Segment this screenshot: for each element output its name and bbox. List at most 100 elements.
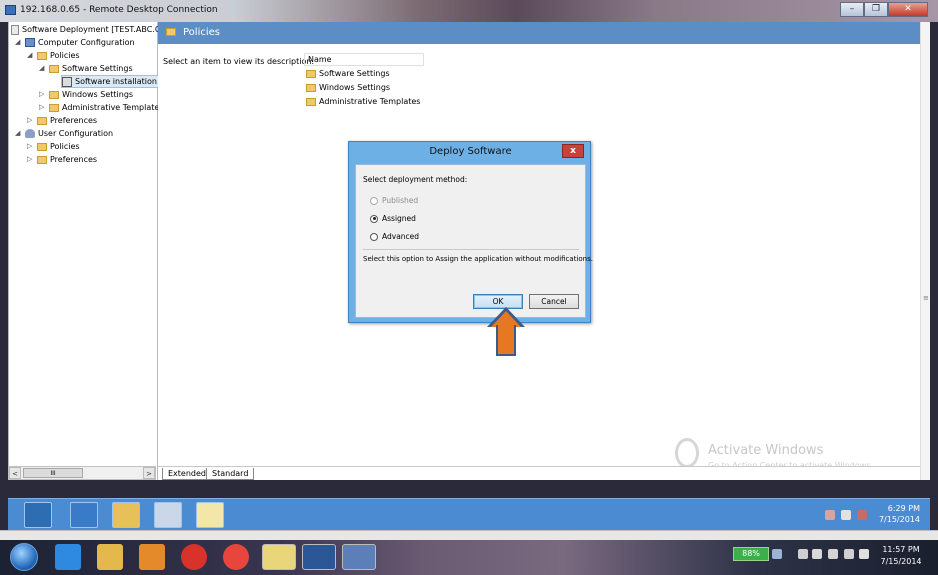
window-controls: – ❐ ✕: [840, 2, 928, 17]
collapse-arrow-icon[interactable]: ◢: [15, 127, 23, 140]
restore-button[interactable]: ❐: [864, 2, 888, 17]
show-hidden-icons-icon[interactable]: [798, 549, 808, 559]
pane-header: Policies: [158, 22, 920, 44]
media-player-icon[interactable]: [139, 544, 165, 570]
network-icon[interactable]: [841, 510, 851, 520]
radio-label: Advanced: [382, 232, 420, 241]
notepad-icon[interactable]: [196, 502, 224, 528]
gpo-icon: [11, 24, 19, 35]
tree-item-user-preferences[interactable]: ▷ Preferences: [27, 153, 97, 166]
server-manager-icon[interactable]: [24, 502, 52, 528]
scroll-grip-icon: ≡: [923, 294, 929, 302]
local-clock-time: 11:57 PM: [882, 545, 920, 554]
collapse-arrow-icon[interactable]: ◢: [39, 62, 47, 75]
local-clock[interactable]: 11:57 PM 7/15/2014: [876, 544, 926, 568]
collapse-arrow-icon[interactable]: ◢: [27, 49, 35, 62]
action-center-icon[interactable]: [825, 510, 835, 520]
folder-icon: [37, 142, 47, 151]
tree-horizontal-scrollbar[interactable]: < III >: [8, 466, 156, 480]
remote-desktop-icon: [5, 5, 16, 15]
local-clock-date: 7/15/2014: [880, 557, 922, 566]
tree-label: Windows Settings: [62, 90, 134, 99]
tree-item-software-installation[interactable]: Software installation: [61, 75, 160, 88]
list-item-label: Software Settings: [319, 69, 390, 78]
rdp-horizontal-scrollbar[interactable]: [0, 530, 938, 540]
sticky-notes-icon[interactable]: [262, 544, 296, 570]
window-title: 192.168.0.65 - Remote Desktop Connection: [20, 5, 218, 15]
list-item-label: Windows Settings: [319, 83, 391, 92]
display-icon[interactable]: [844, 549, 854, 559]
tree-label: Policies: [50, 142, 80, 151]
windows-explorer-icon[interactable]: [97, 544, 123, 570]
list-item[interactable]: Software Settings: [306, 69, 390, 78]
folder-icon: [37, 116, 47, 125]
expand-arrow-icon[interactable]: ▷: [39, 88, 47, 101]
expand-arrow-icon[interactable]: ▷: [27, 140, 35, 153]
tree-item-administrative-templates[interactable]: ▷ Administrative Templates: [39, 101, 163, 114]
dialog-close-button[interactable]: x: [562, 144, 584, 158]
internet-explorer-icon[interactable]: [55, 544, 81, 570]
user-icon: [25, 129, 35, 138]
radio-published: Published: [370, 196, 418, 205]
powershell-icon[interactable]: [70, 502, 98, 528]
tree-label: Software installation: [75, 77, 157, 86]
firefox-icon[interactable]: [181, 544, 207, 570]
expand-arrow-icon[interactable]: ▷: [27, 114, 35, 127]
close-button[interactable]: ✕: [888, 2, 928, 17]
tree-item-preferences[interactable]: ▷ Preferences: [27, 114, 97, 127]
separator: [363, 249, 579, 250]
tree-item-user-policies[interactable]: ▷ Policies: [27, 140, 80, 153]
pane-title: Policies: [183, 27, 220, 38]
radio-label: Published: [382, 196, 419, 205]
tab-standard[interactable]: Standard: [206, 468, 255, 480]
collapse-arrow-icon[interactable]: ◢: [15, 36, 23, 49]
vertical-scrollbar[interactable]: ≡: [920, 22, 930, 480]
cancel-button[interactable]: Cancel: [529, 294, 579, 309]
volume-icon[interactable]: [859, 549, 869, 559]
radio-button[interactable]: [370, 214, 378, 223]
tree-label: Software Deployment [TEST.ABC.CC: [22, 25, 167, 34]
list-item[interactable]: Windows Settings: [306, 83, 390, 92]
radio-button[interactable]: [370, 232, 378, 241]
scroll-right-arrow-icon[interactable]: >: [143, 467, 155, 479]
expand-arrow-icon[interactable]: ▷: [27, 153, 35, 166]
tree-item-user-configuration[interactable]: ◢ User Configuration: [15, 127, 113, 140]
scroll-left-arrow-icon[interactable]: <: [9, 467, 21, 479]
tree-item-policies[interactable]: ◢ Policies: [27, 49, 80, 62]
tree-label: Policies: [50, 51, 80, 60]
volume-muted-icon[interactable]: [857, 510, 867, 520]
tree-item-computer-configuration[interactable]: ◢ Computer Configuration: [15, 36, 135, 49]
tree-label: Software Settings: [62, 64, 133, 73]
minimize-button[interactable]: –: [840, 2, 864, 17]
network-tray-icon[interactable]: [828, 549, 838, 559]
tree-label: Preferences: [50, 155, 98, 164]
remote-clock-date: 7/15/2014: [878, 515, 920, 524]
tree-label: User Configuration: [38, 129, 114, 138]
chrome-icon[interactable]: [223, 544, 249, 570]
key-icon: [675, 438, 699, 468]
folder-icon: [37, 155, 47, 164]
column-header-name[interactable]: Name: [304, 53, 424, 66]
tree-item-software-settings[interactable]: ◢ Software Settings: [39, 62, 133, 75]
expand-arrow-icon[interactable]: ▷: [39, 101, 47, 114]
tree-item-root[interactable]: Software Deployment [TEST.ABC.CC: [11, 23, 166, 36]
tree-label: Computer Configuration: [38, 38, 135, 47]
folder-icon: [306, 97, 316, 106]
list-item[interactable]: Administrative Templates: [306, 97, 420, 106]
tray-app-icon[interactable]: [772, 549, 782, 559]
start-button-icon[interactable]: [10, 543, 38, 571]
tab-extended[interactable]: Extended: [162, 468, 212, 480]
remote-desktop-taskbar-icon[interactable]: [342, 544, 376, 570]
group-policy-icon[interactable]: [154, 502, 182, 528]
radio-assigned[interactable]: Assigned: [370, 214, 416, 223]
view-tabs: Extended Standard: [158, 466, 920, 480]
file-explorer-icon[interactable]: [112, 502, 140, 528]
flag-icon[interactable]: [812, 549, 822, 559]
scroll-thumb[interactable]: III: [23, 468, 83, 478]
remote-clock[interactable]: 6:29 PM 7/15/2014: [870, 503, 920, 525]
battery-indicator[interactable]: 88%: [733, 547, 769, 561]
word-icon[interactable]: [302, 544, 336, 570]
computer-icon: [25, 38, 35, 47]
tree-item-windows-settings[interactable]: ▷ Windows Settings: [39, 88, 133, 101]
radio-advanced[interactable]: Advanced: [370, 232, 419, 241]
